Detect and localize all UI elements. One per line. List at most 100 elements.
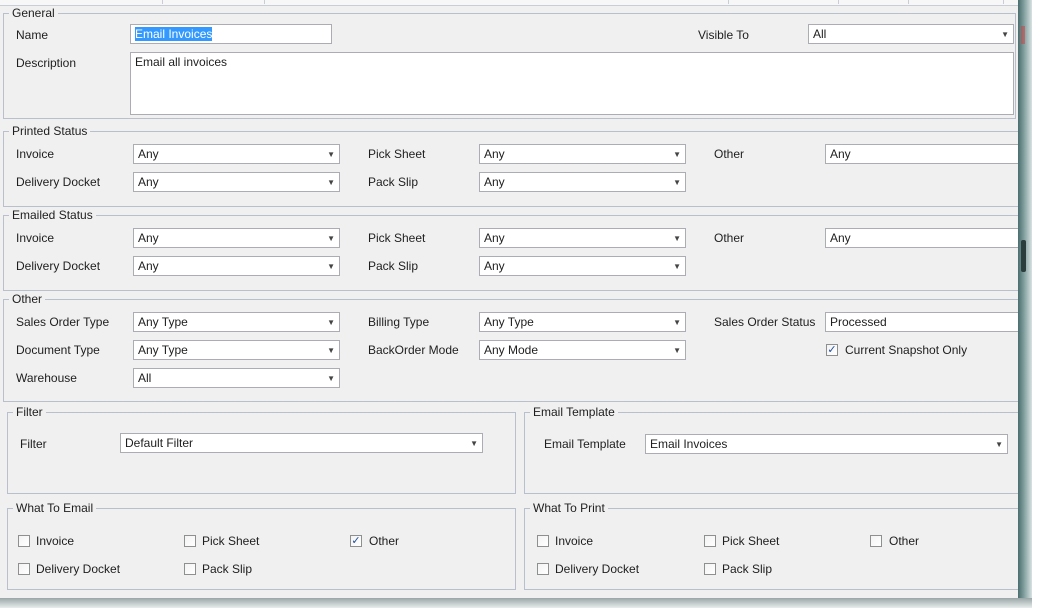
filter-dropdown[interactable]: Default Filter ▼ (120, 433, 483, 453)
column-divider (264, 0, 265, 4)
emailed-delivery-dropdown[interactable]: Any ▼ (133, 256, 340, 276)
emailed-invoice-dropdown[interactable]: Any ▼ (133, 228, 340, 248)
email-pick-sheet-checkbox[interactable] (184, 535, 196, 547)
printed-other-label: Other (714, 147, 745, 161)
printed-pack-label: Pack Slip (368, 175, 419, 189)
billing-type-dropdown[interactable]: Any Type ▼ (479, 312, 686, 332)
email-template-dropdown[interactable]: Email Invoices ▼ (645, 434, 1008, 454)
resize-grip[interactable] (1021, 240, 1026, 272)
emailed-other-field[interactable]: Any (825, 228, 1018, 248)
printed-delivery-value: Any (138, 175, 159, 189)
emailed-invoice-label: Invoice (16, 231, 55, 245)
email-invoice-checkbox[interactable] (18, 535, 30, 547)
filter-group: Filter (7, 405, 516, 494)
printed-invoice-value: Any (138, 147, 159, 161)
visible-to-value: All (813, 27, 827, 41)
chevron-down-icon: ▼ (673, 346, 681, 355)
chevron-down-icon: ▼ (327, 346, 335, 355)
description-label: Description (16, 56, 77, 70)
column-divider (838, 0, 839, 4)
printed-invoice-dropdown[interactable]: Any ▼ (133, 144, 340, 164)
frame-accent (1021, 26, 1025, 44)
email-other-checkbox[interactable]: ✓ (350, 535, 362, 547)
name-input-value: Email Invoices (135, 27, 213, 41)
filter-value: Default Filter (125, 436, 194, 450)
chevron-down-icon: ▼ (673, 178, 681, 187)
emailed-invoice-value: Any (138, 231, 159, 245)
what-to-print-group: What To Print (524, 501, 1018, 590)
email-template-legend: Email Template (530, 405, 618, 420)
printed-invoice-label: Invoice (16, 147, 55, 161)
window-frame-bottom (0, 598, 1032, 608)
visible-to-dropdown[interactable]: All ▼ (808, 24, 1014, 44)
chevron-down-icon: ▼ (327, 318, 335, 327)
chevron-down-icon: ▼ (327, 178, 335, 187)
general-legend: General (9, 6, 58, 21)
document-type-value: Any Type (138, 343, 188, 357)
window-frame-right (1018, 0, 1032, 600)
email-pack-slip-checkbox[interactable] (184, 563, 196, 575)
other-legend: Other (9, 292, 46, 307)
emailed-pack-value: Any (484, 259, 505, 273)
printed-pick-dropdown[interactable]: Any ▼ (479, 144, 686, 164)
print-pick-sheet-label: Pick Sheet (722, 534, 780, 548)
sales-order-status-field[interactable]: Processed (825, 312, 1018, 332)
sales-order-type-label: Sales Order Type (16, 315, 110, 329)
backorder-mode-dropdown[interactable]: Any Mode ▼ (479, 340, 686, 360)
print-pack-slip-checkbox[interactable] (704, 563, 716, 575)
chevron-down-icon: ▼ (1001, 30, 1009, 39)
email-template-value: Email Invoices (650, 437, 728, 451)
printed-pick-value: Any (484, 147, 505, 161)
chevron-down-icon: ▼ (327, 374, 335, 383)
name-input[interactable]: Email Invoices (130, 24, 332, 44)
emailed-pick-value: Any (484, 231, 505, 245)
chevron-down-icon: ▼ (673, 150, 681, 159)
emailed-other-value: Any (830, 231, 851, 245)
print-other-label: Other (889, 534, 920, 548)
document-type-dropdown[interactable]: Any Type ▼ (133, 340, 340, 360)
checkmark-icon: ✓ (351, 535, 361, 547)
email-delivery-docket-label: Delivery Docket (36, 562, 121, 576)
printed-other-field[interactable]: Any (825, 144, 1018, 164)
chevron-down-icon: ▼ (327, 234, 335, 243)
email-other-label: Other (369, 534, 400, 548)
printed-pack-dropdown[interactable]: Any ▼ (479, 172, 686, 192)
chevron-down-icon: ▼ (673, 234, 681, 243)
column-divider (728, 0, 729, 4)
printed-delivery-label: Delivery Docket (16, 175, 101, 189)
printed-pick-label: Pick Sheet (368, 147, 426, 161)
emailed-other-label: Other (714, 231, 745, 245)
printed-delivery-dropdown[interactable]: Any ▼ (133, 172, 340, 192)
what-to-print-legend: What To Print (530, 501, 608, 516)
print-other-checkbox[interactable] (870, 535, 882, 547)
emailed-pick-dropdown[interactable]: Any ▼ (479, 228, 686, 248)
sales-order-status-value: Processed (830, 315, 887, 329)
emailed-delivery-value: Any (138, 259, 159, 273)
printed-status-legend: Printed Status (9, 124, 91, 139)
print-pick-sheet-checkbox[interactable] (704, 535, 716, 547)
sales-order-type-dropdown[interactable]: Any Type ▼ (133, 312, 340, 332)
print-invoice-checkbox[interactable] (537, 535, 549, 547)
column-divider (162, 0, 163, 4)
chevron-down-icon: ▼ (995, 440, 1003, 449)
warehouse-dropdown[interactable]: All ▼ (133, 368, 340, 388)
emailed-delivery-label: Delivery Docket (16, 259, 101, 273)
checkmark-icon: ✓ (827, 344, 837, 356)
emailed-pack-label: Pack Slip (368, 259, 419, 273)
emailed-status-legend: Emailed Status (9, 208, 96, 223)
emailed-pack-dropdown[interactable]: Any ▼ (479, 256, 686, 276)
description-value: Email all invoices (135, 55, 228, 69)
email-delivery-docket-checkbox[interactable] (18, 563, 30, 575)
billing-type-label: Billing Type (368, 315, 430, 329)
billing-type-value: Any Type (484, 315, 534, 329)
column-divider (908, 0, 909, 4)
email-template-label: Email Template (544, 437, 626, 451)
description-textarea[interactable]: Email all invoices (130, 52, 1014, 115)
email-invoice-label: Invoice (36, 534, 75, 548)
chevron-down-icon: ▼ (470, 439, 478, 448)
chevron-down-icon: ▼ (327, 262, 335, 271)
backorder-mode-value: Any Mode (484, 343, 539, 357)
current-snapshot-checkbox[interactable]: ✓ (826, 344, 838, 356)
header-strip (0, 0, 1018, 6)
print-delivery-docket-checkbox[interactable] (537, 563, 549, 575)
